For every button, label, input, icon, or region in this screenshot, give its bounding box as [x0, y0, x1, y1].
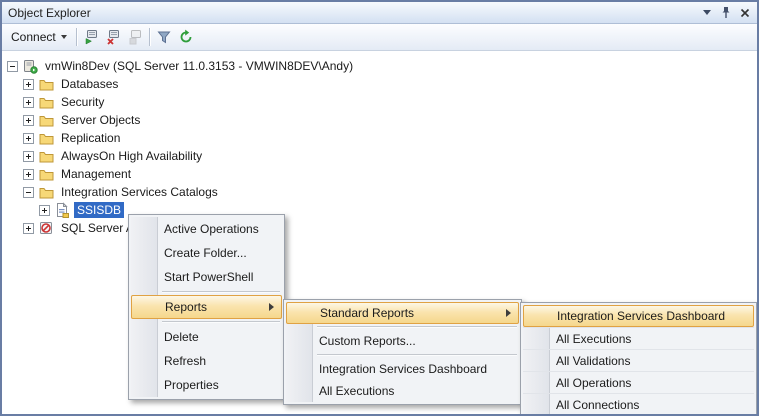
menu-item-reports[interactable]: Reports [131, 295, 282, 319]
menu-item-all-operations[interactable]: All Operations [523, 371, 754, 393]
folder-icon [38, 166, 54, 182]
disconnect-icon [105, 29, 121, 45]
disconnect-object-button[interactable] [102, 26, 124, 48]
tree-item-integration-services-catalogs[interactable]: Integration Services Catalogs [7, 183, 757, 201]
filter-button[interactable] [153, 26, 175, 48]
expand-icon[interactable] [23, 223, 34, 234]
submenu-arrow-icon [506, 309, 511, 317]
menu-item-standard-reports[interactable]: Standard Reports [286, 302, 519, 324]
folder-icon [38, 130, 54, 146]
toolbar-separator [149, 28, 150, 46]
menu-separator [162, 321, 280, 323]
folder-icon [38, 76, 54, 92]
menu-item-active-operations[interactable]: Active Operations [131, 217, 282, 241]
close-icon [740, 8, 750, 18]
expand-icon[interactable] [23, 97, 34, 108]
folder-icon [38, 148, 54, 164]
refresh-icon [178, 29, 194, 45]
connect-button-label: Connect [11, 30, 56, 44]
connect-object-button[interactable] [80, 26, 102, 48]
object-explorer-toolbar: Connect [2, 24, 757, 51]
tree-item-ssisdb[interactable]: SSISDB [7, 201, 757, 219]
menu-separator [317, 326, 517, 328]
filter-icon [156, 29, 172, 45]
close-button[interactable] [736, 5, 753, 20]
tree-item-server[interactable]: vmWin8Dev (SQL Server 11.0.3153 - VMWIN8… [7, 57, 757, 75]
menu-item-all-executions[interactable]: All Executions [286, 380, 519, 402]
menu-item-integration-services-dashboard[interactable]: Integration Services Dashboard [523, 305, 754, 327]
object-explorer-tree: vmWin8Dev (SQL Server 11.0.3153 - VMWIN8… [2, 51, 757, 237]
menu-item-start-powershell[interactable]: Start PowerShell [131, 265, 282, 289]
menu-item-create-folder[interactable]: Create Folder... [131, 241, 282, 265]
tree-item-label: vmWin8Dev (SQL Server 11.0.3153 - VMWIN8… [42, 58, 356, 74]
menu-item-all-connections[interactable]: All Connections [523, 393, 754, 415]
tree-item-label: Databases [58, 76, 121, 92]
tree-item-sql-server-agent[interactable]: SQL Server Agent [7, 219, 757, 237]
menu-item-all-executions[interactable]: All Executions [523, 327, 754, 349]
stop-icon [127, 29, 143, 45]
connect-button[interactable]: Connect [6, 28, 73, 46]
reports-submenu: Standard Reports Custom Reports... Integ… [283, 299, 522, 405]
titlebar: Object Explorer [2, 2, 757, 24]
pin-icon [720, 6, 732, 19]
window-title: Object Explorer [6, 6, 696, 20]
object-explorer-window: Object Explorer Connect [0, 0, 759, 416]
catalog-icon [54, 202, 70, 218]
tree-item-security[interactable]: Security [7, 93, 757, 111]
context-menu: Active Operations Create Folder... Start… [128, 214, 285, 400]
tree-item-label: SSISDB [74, 202, 124, 218]
tree-item-label: AlwaysOn High Availability [58, 148, 205, 164]
tree-item-alwayson-high-availability[interactable]: AlwaysOn High Availability [7, 147, 757, 165]
tree-item-label: Replication [58, 130, 123, 146]
menu-separator [162, 291, 280, 293]
server-icon [22, 58, 38, 74]
chevron-down-icon [61, 35, 67, 39]
standard-reports-submenu: Integration Services Dashboard All Execu… [520, 302, 757, 416]
menu-item-all-validations[interactable]: All Validations [523, 349, 754, 371]
tree-item-label: Security [58, 94, 107, 110]
window-position-button[interactable] [698, 5, 715, 20]
stop-button[interactable] [124, 26, 146, 48]
tree-item-label: Server Objects [58, 112, 143, 128]
window-position-icon [703, 10, 711, 15]
tree-item-databases[interactable]: Databases [7, 75, 757, 93]
folder-icon [38, 184, 54, 200]
tree-item-label: Integration Services Catalogs [58, 184, 221, 200]
folder-icon [38, 94, 54, 110]
expand-icon[interactable] [23, 79, 34, 90]
menu-item-properties[interactable]: Properties [131, 373, 282, 397]
menu-separator [317, 354, 517, 356]
menu-item-label: Standard Reports [320, 306, 414, 320]
expand-icon[interactable] [23, 151, 34, 162]
expand-icon[interactable] [23, 169, 34, 180]
expand-icon[interactable] [23, 115, 34, 126]
collapse-icon[interactable] [23, 187, 34, 198]
tree-item-management[interactable]: Management [7, 165, 757, 183]
collapse-icon[interactable] [7, 61, 18, 72]
folder-icon [38, 112, 54, 128]
menu-item-delete[interactable]: Delete [131, 325, 282, 349]
tree-item-replication[interactable]: Replication [7, 129, 757, 147]
agent-icon [38, 220, 54, 236]
connect-icon [83, 29, 99, 45]
refresh-button[interactable] [175, 26, 197, 48]
expand-icon[interactable] [23, 133, 34, 144]
pin-button[interactable] [717, 5, 734, 20]
menu-item-refresh[interactable]: Refresh [131, 349, 282, 373]
tree-item-server-objects[interactable]: Server Objects [7, 111, 757, 129]
submenu-arrow-icon [269, 303, 274, 311]
menu-item-label: Reports [165, 300, 207, 314]
expand-icon[interactable] [39, 205, 50, 216]
tree-item-label: Management [58, 166, 134, 182]
menu-item-integration-services-dashboard[interactable]: Integration Services Dashboard [286, 358, 519, 380]
toolbar-separator [76, 28, 77, 46]
menu-item-custom-reports[interactable]: Custom Reports... [286, 330, 519, 352]
